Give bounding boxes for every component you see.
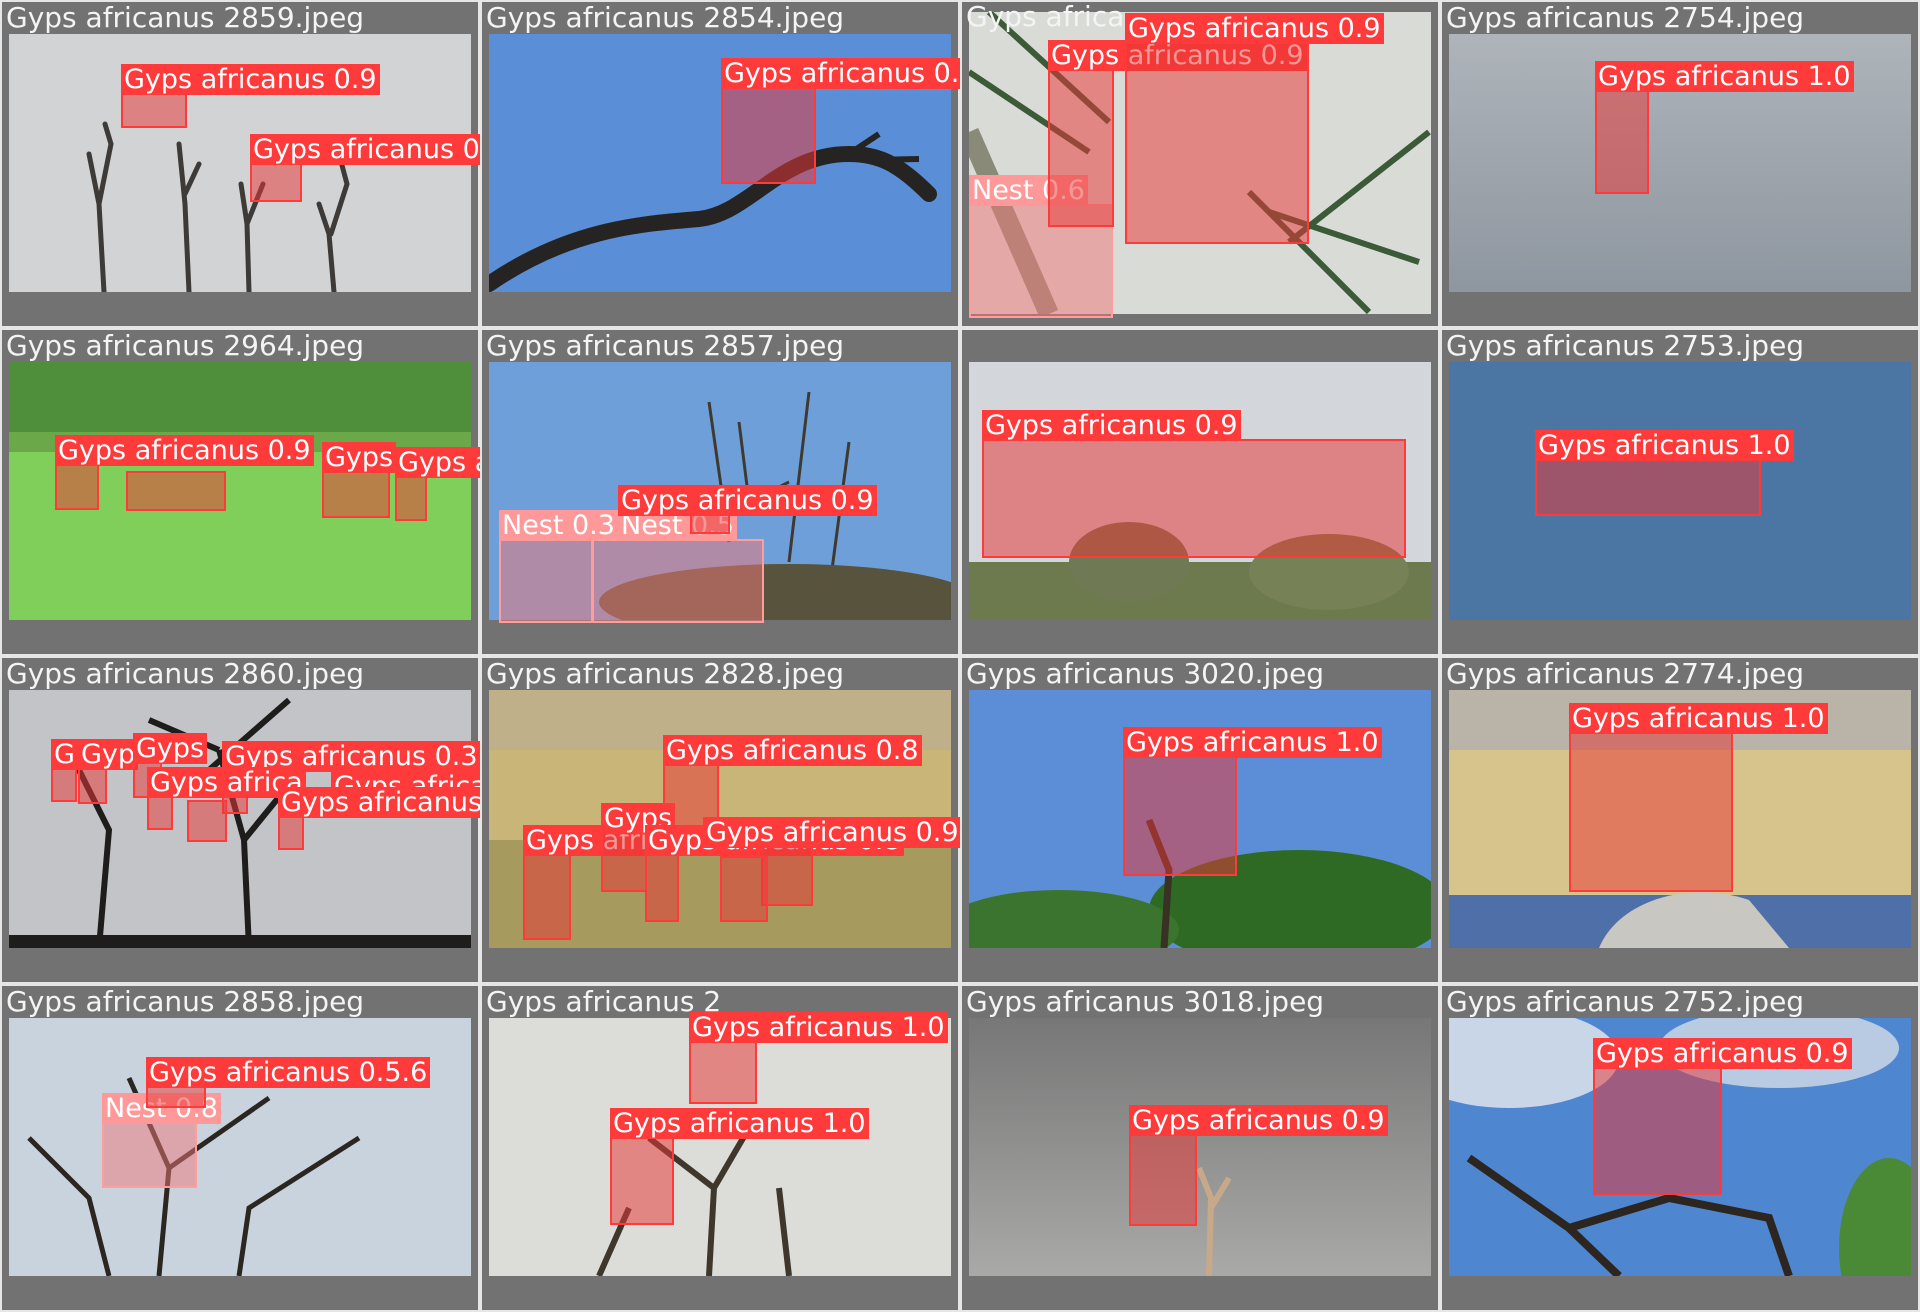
detection-label: Gyps africanus 0.9 — [703, 817, 960, 848]
bird-detection-box: Gyps africanus 1.0 — [1123, 727, 1382, 876]
bird-detection-box: Gyps africanus 0.6 — [187, 771, 480, 842]
nest-detection-box: Nest 0.5 — [592, 510, 764, 623]
detection-label: Gyps africanus 0.9 — [721, 58, 960, 89]
bird-detection-box: Gyps africanus 1.0 — [1535, 430, 1794, 516]
photo — [969, 1018, 1431, 1276]
bird-detection-box: Gyps africanus 0.9 — [1125, 13, 1384, 244]
bird-detection-box: Gyps africanus 0 — [523, 825, 756, 940]
image-filename: Gyps africanus 3020.jpeg — [966, 657, 1325, 690]
image-cell: Gyps africanus 2753.jpeg Gyps africanus … — [1440, 328, 1920, 656]
image-cell: Gyps africanus 0.9 — [960, 328, 1440, 656]
image-cell: Gyps africanus 2858.jpeg Nest 0.8 Gyps a… — [0, 984, 480, 1312]
image-filename: Gyps africanus 3018.jpeg — [966, 985, 1325, 1018]
bird-detection-box: Gyps africanus 0.8 — [395, 447, 480, 521]
bird-detection-box: Gyps africanus 0.9 — [721, 58, 960, 184]
detection-label: Gyps africanus 0.9 — [121, 64, 380, 95]
image-cell: Gyps africanus 2774.jpeg Gyps africanus … — [1440, 656, 1920, 984]
image-cell: Gyps africanus 2754.jpeg Gyps africanus … — [1440, 0, 1920, 328]
detection-label: Gyps africanus 1.0 — [1123, 727, 1382, 758]
image-cell: Gyps africanus 2854.jpeg Gyps africanus … — [480, 0, 960, 328]
bird-detection-box: Gyps africa — [147, 767, 306, 830]
image-cell: Gyps africanus 2964.jpeg Gyps africanus … — [0, 328, 480, 656]
image-cell: Gyps africanus 3020.jpeg Gyps africanus … — [960, 656, 1440, 984]
bird-detection-box: Gyps africanus 0.8 — [250, 134, 480, 202]
image-filename: Gyps africanus 2964.jpeg — [6, 329, 365, 362]
image-filename: Gyps africanus 2774.jpeg — [1446, 657, 1805, 690]
image-filename: Gyps africanus 2752.jpeg — [1446, 985, 1805, 1018]
bird-detection-box: Gyps africanus 0.9 — [1048, 40, 1307, 227]
detection-label: G — [51, 739, 78, 770]
bird-detection-box: Gyps africanus 0.9 — [618, 485, 877, 534]
bird-detection-box: Gyps africanus 1.0 — [1595, 61, 1854, 194]
detection-label: Gyps africanus 0.8 — [395, 447, 480, 478]
nest-detection-box: Nest 0.8 — [102, 1093, 221, 1188]
detection-label: Gyps africanus 1.0 — [1535, 430, 1794, 461]
detection-label: Gyps africanus 0.9 — [618, 485, 877, 516]
image-cell: Gyps africanus 2828.jpeg Gyps africanus … — [480, 656, 960, 984]
detection-label: Nest 0.3 — [499, 510, 618, 541]
bird-detection-box: Gyp — [78, 739, 139, 804]
bird-detection-box: Gyps africanus 0.9 — [982, 410, 1406, 558]
detection-label: Gyps africanus 0.9 — [1129, 1105, 1388, 1136]
detection-label: Gyps africanus 1.0 — [1595, 61, 1854, 92]
detection-label: Gyps africanus 0.9 — [1593, 1038, 1852, 1069]
nest-detection-box: Nest 0.3 — [499, 510, 618, 623]
detection-grid: Gyps africanus 2859.jpeg Gyps africanus … — [0, 0, 1920, 1312]
detection-label: Gyps — [133, 733, 208, 764]
bird-detection-box: Gyps africanus 0.9 — [55, 435, 314, 510]
bird-detection-box — [126, 471, 226, 511]
bird-detection-box: Gyps africanus 0.9 — [703, 817, 960, 906]
bird-detection-box: Gyps africanus 0.5.6 — [146, 1057, 431, 1108]
image-filename: Gyps africa — [966, 0, 1125, 33]
detection-label: Gyps africanus 0.8 — [663, 735, 922, 766]
bird-detection-box: Gyps africanus 1.0 — [689, 1012, 948, 1104]
detection-label: Gyps africanus 0.9 — [982, 410, 1241, 441]
image-cell: Gyps africanus 2860.jpeg G Gyp Gyps Gyps… — [0, 656, 480, 984]
bird-detection-box: Gyps — [601, 803, 676, 892]
image-filename: Gyps africanus 2754.jpeg — [1446, 1, 1805, 34]
detection-label: Gyps africanus 0.9 — [1125, 13, 1384, 44]
image-cell: Gyps africanus 2 Gyps africanus 1.0 Gyps… — [480, 984, 960, 1312]
detection-label: Gyps africanus 0.3 — [278, 787, 480, 818]
image-cell: Gyps africanus 2857.jpeg Nest 0.3 Nest 0… — [480, 328, 960, 656]
image-filename: Gyps africanus 2859.jpeg — [6, 1, 365, 34]
image-cell: Gyps africanus 2752.jpeg Gyps africanus … — [1440, 984, 1920, 1312]
bird-detection-box: Gyps africanus 0.3 — [278, 787, 480, 850]
detection-label: Gyps africanus 1.0 — [689, 1012, 948, 1043]
image-filename: Gyps africanus 2857.jpeg — [486, 329, 845, 362]
bird-detection-box: Gyps — [322, 442, 397, 518]
image-filename: Gyps africanus 2828.jpeg — [486, 657, 845, 690]
image-filename: Gyps africanus 2860.jpeg — [6, 657, 365, 690]
bird-detection-box: Gyps africanus 0.9 — [1593, 1038, 1852, 1195]
detection-label: Gyps africanus 0.5.6 — [146, 1057, 431, 1088]
image-filename: Gyps africanus 2854.jpeg — [486, 1, 845, 34]
image-filename: Gyps africanus 2 — [486, 985, 722, 1018]
detection-label: Gyps africanus 1.0 — [1569, 703, 1828, 734]
image-cell: Gyps africanus 2859.jpeg Gyps africanus … — [0, 0, 480, 328]
bird-detection-box: Gyps africanus 0.9 — [121, 64, 380, 128]
photo — [9, 690, 471, 948]
image-cell: Gyps africanus 3018.jpeg Gyps africanus … — [960, 984, 1440, 1312]
detection-label: Gyps — [322, 442, 397, 473]
bird-detection-box — [720, 856, 768, 922]
bird-detection-box: Gyps africanus 0.8 — [645, 825, 904, 922]
image-filename: Gyps africanus 2858.jpeg — [6, 985, 365, 1018]
detection-label: Gyps africanus 0.9 — [55, 435, 314, 466]
bird-detection-box: G — [51, 739, 78, 802]
detection-label: Gyp — [78, 739, 139, 770]
detection-label: Gyps africanus 1.0 — [610, 1108, 869, 1139]
bird-detection-box: Gyps africanus 1.0 — [1569, 703, 1828, 892]
image-filename: Gyps africanus 2753.jpeg — [1446, 329, 1805, 362]
bird-detection-box: Gyps africanus 1.0 — [610, 1108, 869, 1225]
detection-label: Gyps africanus 0.8 — [250, 134, 480, 165]
bird-detection-box: Gyps africanus 0.9 — [1129, 1105, 1388, 1226]
image-cell: Gyps africa Nest 0.6 Gyps africanus 0.9 … — [960, 0, 1440, 328]
